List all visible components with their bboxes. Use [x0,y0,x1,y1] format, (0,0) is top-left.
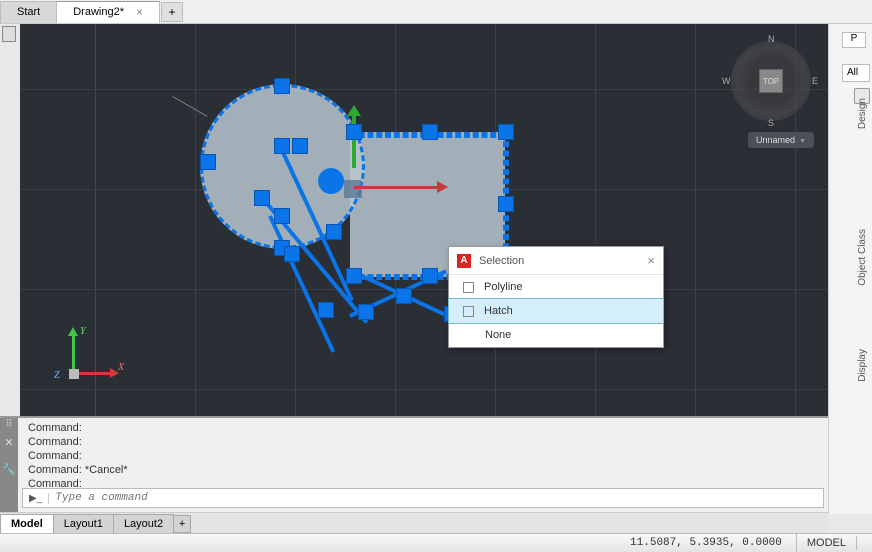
grip[interactable] [326,224,342,240]
command-input-row: ▶_ [22,488,824,508]
origin-box [344,180,362,198]
cmd-line: Command: [28,449,822,463]
cmd-line: Command: [28,435,822,449]
cmd-line: Command: *Cancel* [28,463,822,477]
layout-tab-1[interactable]: Layout1 [53,514,114,533]
popup-item-label: Hatch [484,305,513,317]
selection-center-grip[interactable] [318,168,344,194]
ucs-x-label: X [118,362,124,373]
grip[interactable] [396,288,412,304]
status-model-button[interactable]: MODEL [796,534,856,552]
ucs-y-axis [72,330,75,374]
right-panel: P All Design Object Class Display [828,24,872,514]
tick-line [172,96,207,117]
x-axis-arrow [354,186,444,189]
grip[interactable] [284,246,300,262]
grip[interactable] [346,268,362,284]
grip[interactable] [274,78,290,94]
swatch-icon [463,306,474,317]
add-tab-button[interactable]: + [161,2,183,22]
prompt-icon: ▶_ [23,493,49,504]
popup-item-label: None [485,329,511,341]
status-coords: 11.5087, 5.3935, 0.0000 [630,537,782,549]
wrench-icon[interactable]: 🔧 [0,463,18,476]
grip[interactable] [422,268,438,284]
grip[interactable] [498,196,514,212]
swatch-icon [463,282,474,293]
grip[interactable] [274,138,290,154]
ucs-y-label: Y [80,326,86,337]
grip[interactable] [498,124,514,140]
popup-item-none[interactable]: None [449,323,663,347]
drawing-canvas[interactable]: Y X Z TOP N S E W Unnamed A Selection × … [20,24,828,416]
ucs-origin [69,369,79,379]
tab-drawing-label: Drawing2* [73,6,124,18]
panel-tab-object-class[interactable]: Object Class [855,219,870,296]
grip[interactable] [274,208,290,224]
tab-start[interactable]: Start [0,1,57,23]
compass-w: W [722,76,731,86]
grip[interactable] [200,154,216,170]
panel-handle[interactable]: ⠿ ✕ 🔧 [0,418,18,514]
compass-s: S [768,118,774,128]
panel-p-button[interactable]: P [842,32,866,48]
command-panel: ⠿ ✕ 🔧 Command: Command: Command: Command… [0,416,828,512]
drag-handle-icon[interactable]: ⠿ [0,418,18,432]
selection-popup: A Selection × Polyline Hatch None [448,246,664,348]
ucs-z-label: Z [54,370,60,381]
compass-n: N [768,34,775,44]
status-bar: 11.5087, 5.3935, 0.0000 MODEL [0,533,872,552]
command-history: Command: Command: Command: Command: *Can… [22,418,828,494]
cmd-line: Command: [28,421,822,435]
compass-e: E [812,76,818,86]
popup-item-polyline[interactable]: Polyline [449,275,663,299]
popup-item-hatch[interactable]: Hatch [448,298,664,324]
popup-item-label: Polyline [484,281,523,293]
grip[interactable] [422,124,438,140]
grip[interactable] [318,302,334,318]
tab-drawing[interactable]: Drawing2* × [56,1,160,23]
status-icon[interactable] [856,536,872,550]
layout-tab-model[interactable]: Model [0,514,54,533]
grip[interactable] [358,304,374,320]
add-layout-button[interactable]: + [173,515,191,533]
panel-tab-display[interactable]: Display [855,339,870,392]
popup-title: Selection [479,255,524,267]
close-icon[interactable]: × [136,5,143,19]
panel-tab-design[interactable]: Design [855,88,870,139]
layout-tab-2[interactable]: Layout2 [113,514,174,533]
app-icon: A [457,254,471,268]
popup-header: A Selection × [449,247,663,275]
layout-tabs: Model Layout1 Layout2 + [0,512,828,533]
view-cube[interactable]: TOP N S E W [726,36,816,126]
viewcube-top[interactable]: TOP [759,69,783,93]
grip[interactable] [346,124,362,140]
close-icon[interactable]: × [647,253,655,268]
panel-all-dropdown[interactable]: All [842,64,870,82]
toolstrip-toggle[interactable] [2,26,16,42]
document-tabs: Start Drawing2* × + [0,0,872,24]
command-input[interactable] [49,492,823,504]
grip[interactable] [292,138,308,154]
viewcube-menu[interactable]: Unnamed [748,132,814,148]
grip[interactable] [254,190,270,206]
close-icon[interactable]: ✕ [0,436,18,449]
ucs-icon[interactable]: Y X Z [54,330,124,400]
